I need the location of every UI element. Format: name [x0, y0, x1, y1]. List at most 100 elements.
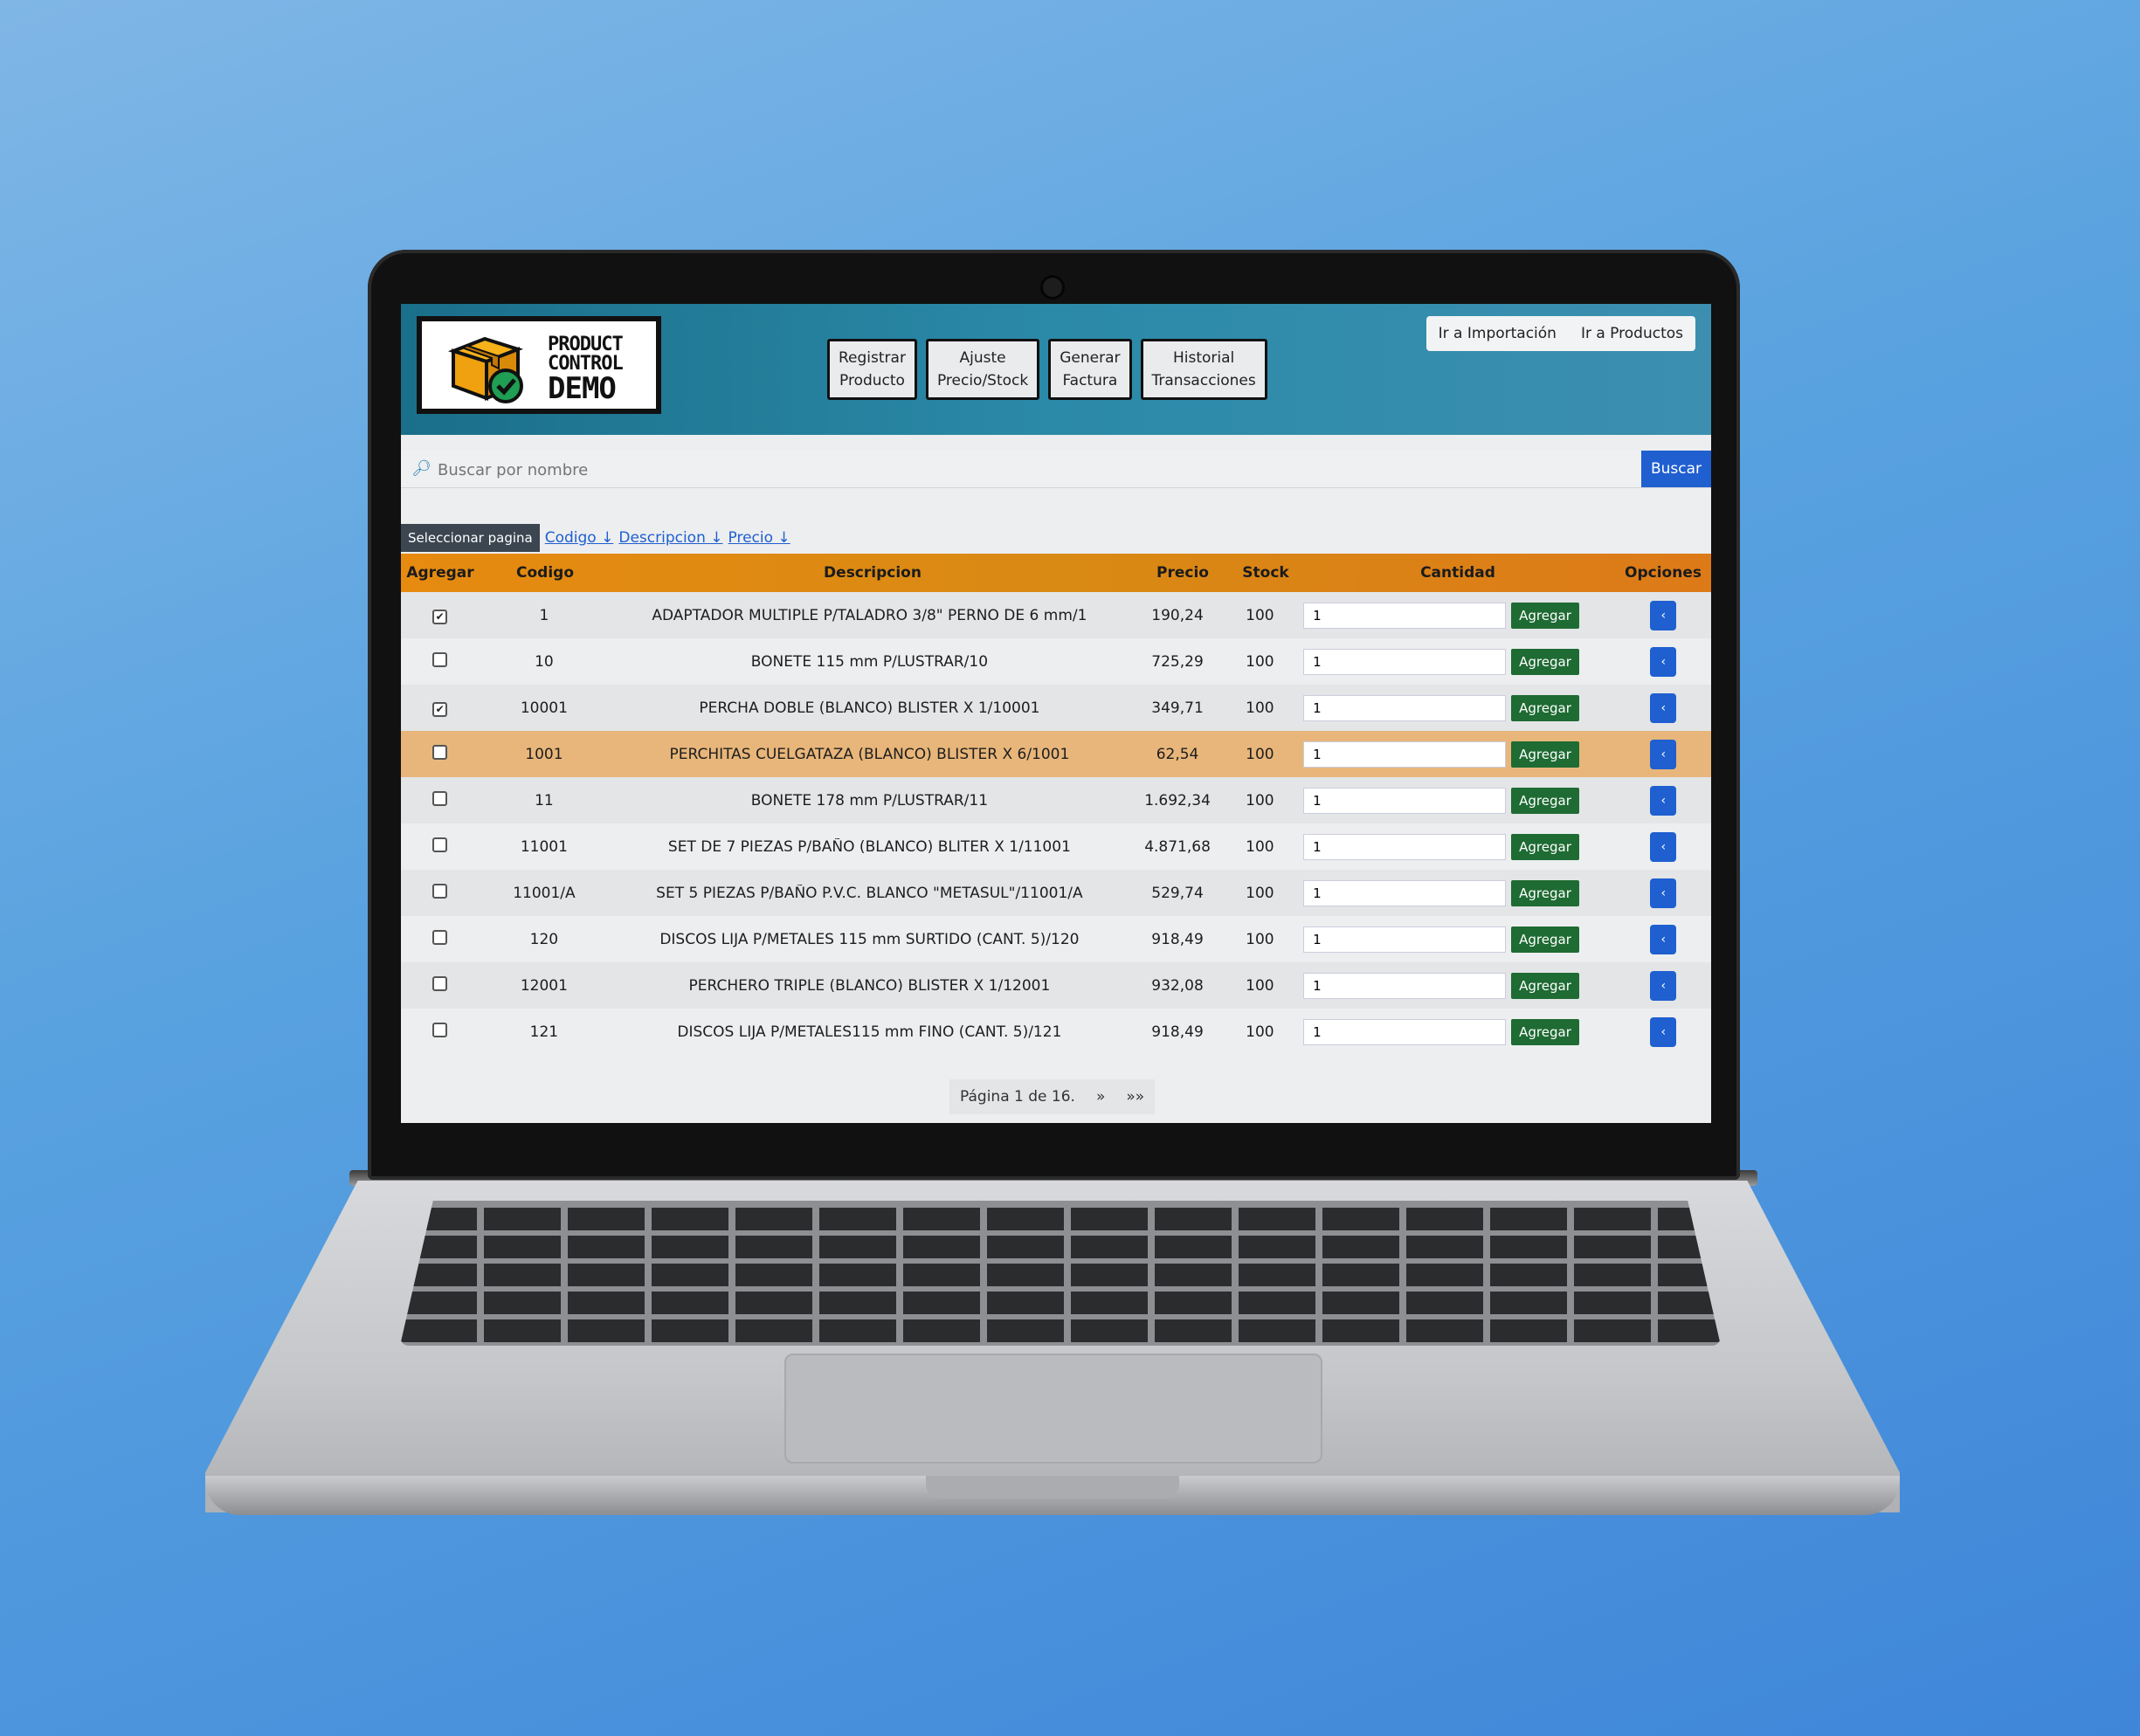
- row-price: 918,49: [1151, 1023, 1204, 1041]
- options-chevron-icon[interactable]: ‹: [1650, 970, 1677, 1001]
- options-chevron-icon[interactable]: ‹: [1650, 878, 1677, 908]
- box-check-icon: [447, 336, 524, 403]
- agregar-button[interactable]: Agregar: [1511, 926, 1579, 953]
- ir-a-importacion-link[interactable]: Ir a Importación: [1426, 316, 1569, 351]
- laptop-notch: [926, 1476, 1179, 1498]
- sort-precio-link[interactable]: Precio ↓: [728, 529, 790, 547]
- row-checkbox[interactable]: [432, 837, 448, 852]
- table-row: 11 BONETE 178 mm P/LUSTRAR/11 1.692,34 1…: [401, 777, 1711, 823]
- quantity-input[interactable]: [1303, 879, 1507, 906]
- registrar-producto-button[interactable]: Registrar Producto: [827, 339, 917, 400]
- main-nav: Registrar Producto Ajuste Precio/Stock Gen…: [827, 339, 1267, 400]
- options-chevron-icon[interactable]: ‹: [1650, 924, 1677, 954]
- row-description: DISCOS LIJA P/METALES115 mm FINO (CANT. …: [677, 1023, 1062, 1041]
- row-checkbox[interactable]: [432, 883, 448, 899]
- row-code: 11: [535, 791, 554, 809]
- row-price: 4.871,68: [1144, 837, 1211, 856]
- row-code: 120: [529, 930, 559, 948]
- page-select-button[interactable]: Seleccionar pagina: [401, 524, 540, 552]
- laptop-lid: PRODUCT CONTROL DEMO Registrar Producto A…: [368, 250, 1740, 1180]
- quantity-input[interactable]: [1303, 833, 1507, 860]
- table-row: 10 BONETE 115 mm P/LUSTRAR/10 725,29 100…: [401, 638, 1711, 685]
- agregar-button[interactable]: Agregar: [1511, 694, 1579, 721]
- row-code: 11001/A: [513, 884, 576, 902]
- quantity-input[interactable]: [1303, 741, 1507, 768]
- quantity-input[interactable]: [1303, 648, 1507, 675]
- table-row: 11001 SET DE 7 PIEZAS P/BAÑO (BLANCO) BL…: [401, 823, 1711, 870]
- search-input[interactable]: [436, 454, 1662, 486]
- row-checkbox[interactable]: [432, 975, 448, 991]
- laptop-trackpad: [784, 1354, 1322, 1464]
- row-checkbox[interactable]: ✔: [432, 609, 448, 624]
- row-price: 1.692,34: [1144, 791, 1211, 809]
- row-code: 1: [539, 606, 549, 624]
- app-screen: PRODUCT CONTROL DEMO Registrar Producto A…: [401, 304, 1711, 1123]
- row-price: 62,54: [1156, 745, 1199, 763]
- row-price: 932,08: [1151, 976, 1204, 995]
- options-chevron-icon[interactable]: ‹: [1650, 785, 1677, 816]
- table-row: 12001 PERCHERO TRIPLE (BLANCO) BLISTER X…: [401, 962, 1711, 1009]
- quantity-input[interactable]: [1303, 694, 1507, 721]
- row-checkbox[interactable]: [432, 744, 448, 760]
- row-code: 10001: [520, 699, 568, 717]
- generar-factura-button[interactable]: Generar Factura: [1048, 339, 1132, 400]
- row-checkbox[interactable]: [432, 1022, 448, 1037]
- agregar-button[interactable]: Agregar: [1511, 833, 1579, 860]
- quantity-input[interactable]: [1303, 1018, 1507, 1045]
- row-code: 11001: [520, 837, 568, 856]
- ir-a-productos-link[interactable]: Ir a Productos: [1569, 316, 1695, 351]
- col-opciones: Opciones: [1625, 564, 1702, 582]
- row-code: 12001: [520, 976, 568, 995]
- agregar-button[interactable]: Agregar: [1511, 879, 1579, 906]
- row-code: 10: [535, 652, 554, 671]
- row-checkbox[interactable]: [432, 929, 448, 945]
- agregar-button[interactable]: Agregar: [1511, 972, 1579, 999]
- row-description: PERCHITAS CUELGATAZA (BLANCO) BLISTER X …: [669, 745, 1070, 763]
- row-stock: 100: [1246, 1023, 1274, 1041]
- logo: PRODUCT CONTROL DEMO: [417, 316, 661, 414]
- app-header: PRODUCT CONTROL DEMO Registrar Producto A…: [401, 304, 1711, 435]
- table-row: 120 DISCOS LIJA P/METALES 115 mm SURTIDO…: [401, 916, 1711, 962]
- last-page-button[interactable]: »»: [1115, 1079, 1155, 1114]
- row-code: 1001: [525, 745, 563, 763]
- row-checkbox[interactable]: [432, 651, 448, 667]
- ajuste-precio-stock-button[interactable]: Ajuste Precio/Stock: [925, 339, 1040, 400]
- row-description: DISCOS LIJA P/METALES 115 mm SURTIDO (CA…: [659, 930, 1080, 948]
- sort-codigo-link[interactable]: Codigo ↓: [545, 529, 614, 547]
- options-chevron-icon[interactable]: ‹: [1650, 646, 1677, 677]
- agregar-button[interactable]: Agregar: [1511, 648, 1579, 675]
- historial-transacciones-button[interactable]: Historial Transacciones: [1140, 339, 1267, 400]
- agregar-button[interactable]: Agregar: [1511, 787, 1579, 814]
- next-page-button[interactable]: »: [1086, 1079, 1115, 1114]
- col-codigo: Codigo: [516, 564, 574, 582]
- row-description: BONETE 178 mm P/LUSTRAR/11: [750, 791, 989, 809]
- sort-row: Seleccionar pagina Codigo ↓ Descripcion …: [401, 524, 790, 552]
- agregar-button[interactable]: Agregar: [1511, 741, 1579, 768]
- options-chevron-icon[interactable]: ‹: [1650, 739, 1677, 769]
- table-row-highlighted: 1001 PERCHITAS CUELGATAZA (BLANCO) BLIST…: [401, 731, 1711, 777]
- table-row: 121 DISCOS LIJA P/METALES115 mm FINO (CA…: [401, 1009, 1711, 1055]
- table-row: ✔ 10001 PERCHA DOBLE (BLANCO) BLISTER X …: [401, 685, 1711, 731]
- quantity-input[interactable]: [1303, 926, 1507, 953]
- row-price: 529,74: [1151, 884, 1204, 902]
- quantity-input[interactable]: [1303, 602, 1507, 629]
- page-indicator: Página 1 de 16.: [960, 1088, 1075, 1106]
- row-stock: 100: [1246, 745, 1274, 763]
- sort-descripcion-link[interactable]: Descripcion ↓: [618, 529, 722, 547]
- options-chevron-icon[interactable]: ‹: [1650, 831, 1677, 862]
- quantity-input[interactable]: [1303, 787, 1507, 814]
- options-chevron-icon[interactable]: ‹: [1650, 1016, 1677, 1047]
- laptop-keyboard: [400, 1201, 1721, 1346]
- row-checkbox[interactable]: [432, 790, 448, 806]
- row-stock: 100: [1246, 606, 1274, 624]
- table-header: Agregar Codigo Descripcion Precio Stock …: [401, 554, 1711, 592]
- search-button[interactable]: Buscar: [1641, 451, 1711, 487]
- agregar-button[interactable]: Agregar: [1511, 602, 1579, 629]
- options-chevron-icon[interactable]: ‹: [1650, 692, 1677, 723]
- quantity-input[interactable]: [1303, 972, 1507, 999]
- options-chevron-icon[interactable]: ‹: [1650, 600, 1677, 630]
- col-stock: Stock: [1242, 564, 1289, 582]
- agregar-button[interactable]: Agregar: [1511, 1018, 1579, 1045]
- row-checkbox[interactable]: ✔: [432, 701, 448, 717]
- row-price: 190,24: [1151, 606, 1204, 624]
